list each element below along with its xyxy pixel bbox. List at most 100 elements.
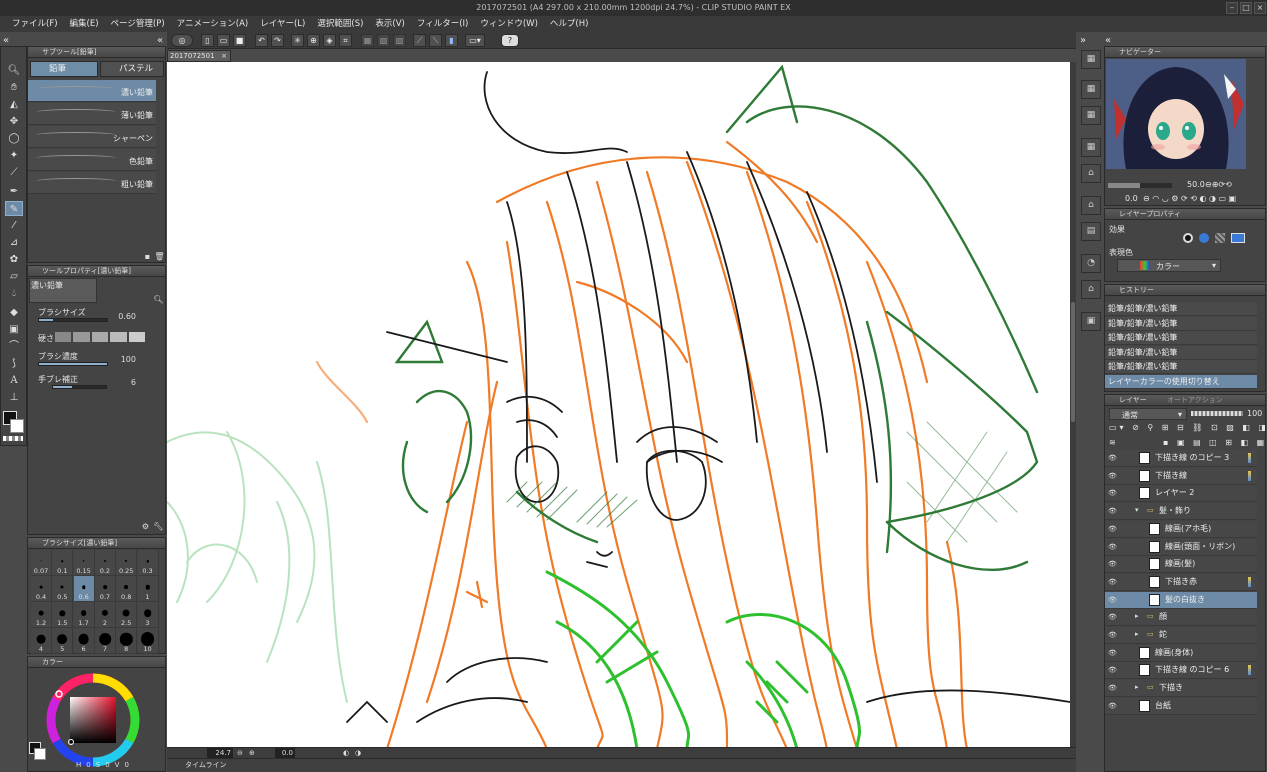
panel-btn-4-icon[interactable]: ▦ <box>1081 138 1101 157</box>
canvas-area[interactable] <box>167 62 1076 749</box>
menu-edit[interactable]: 編集(E) <box>64 16 105 32</box>
layer-action-icons[interactable]: ▪ ▣ ▤ ◫ ⊞ ◧ ▦ 🗑︎ <box>1163 438 1267 447</box>
frame-icon[interactable]: ⟆ <box>5 356 23 371</box>
undo-icon[interactable]: ↶ <box>255 34 268 47</box>
layer-row[interactable]: 👁︎ 線画(身体) <box>1105 644 1257 662</box>
hardness-selector[interactable] <box>55 332 146 342</box>
effect-tone-icon[interactable] <box>1215 233 1225 243</box>
delete-subtool-icon[interactable]: 🗑︎ <box>154 251 165 262</box>
menu-page[interactable]: ページ管理(P) <box>105 16 171 32</box>
airbrush-icon[interactable]: ⊿ <box>5 235 23 250</box>
visibility-eye-icon[interactable]: 👁︎ <box>1108 560 1117 568</box>
help-icon[interactable]: ? <box>501 34 519 47</box>
history-item[interactable]: レイヤーカラーの使用切り替え <box>1105 374 1257 389</box>
expression-color-dropdown[interactable]: カラー ▾ <box>1117 259 1221 272</box>
brush-size-cell[interactable]: 3 <box>137 602 159 628</box>
pen-tool-icon[interactable]: ✒︎ <box>5 184 23 199</box>
brush-item-color-pencil[interactable]: 色鉛筆 <box>28 149 156 171</box>
canvas-vertical-scrollbar[interactable] <box>1070 62 1076 747</box>
tab-pencil[interactable]: 鉛筆 <box>30 61 98 77</box>
layer-row[interactable]: 👁︎ レイヤー 2 <box>1105 485 1257 503</box>
pencil-tool-icon[interactable]: ✎ <box>5 201 23 216</box>
snap-ruler-icon[interactable]: ⟋ <box>413 34 426 47</box>
history-item[interactable]: 鉛筆/鉛筆/濃い鉛筆 <box>1105 302 1257 316</box>
eyedropper-icon[interactable]: ⟋ <box>5 165 23 180</box>
navigator-preview[interactable] <box>1106 59 1246 169</box>
close-icon[interactable]: × <box>1254 2 1266 14</box>
menu-filter[interactable]: フィルター(I) <box>411 16 474 32</box>
hand-tool-icon[interactable]: ✋︎ <box>5 80 23 95</box>
settings-icon[interactable]: ⚙︎ <box>140 521 151 532</box>
visibility-eye-icon[interactable]: 👁︎ <box>1108 472 1117 480</box>
magic-wand-icon[interactable]: ✦ <box>5 148 23 163</box>
brush-item-rough-pencil[interactable]: 粗い鉛筆 <box>28 172 156 194</box>
history-item[interactable]: 鉛筆/鉛筆/濃い鉛筆 <box>1105 345 1257 360</box>
maximize-icon[interactable]: □ <box>1240 2 1252 14</box>
menu-layer[interactable]: レイヤー(L) <box>254 16 311 32</box>
selection-icon[interactable]: ▦ <box>361 34 374 47</box>
blend-mode-dropdown[interactable]: 通常 ▾ <box>1109 408 1187 420</box>
color-sub-swatch[interactable] <box>34 748 46 760</box>
clip-studio-icon[interactable]: ◎ <box>171 34 193 47</box>
effect-layer-color-icon[interactable] <box>1231 233 1245 243</box>
brush-size-cell[interactable]: 7 <box>94 628 116 654</box>
layer-row[interactable]: 👁︎ 下描き赤 <box>1105 573 1257 591</box>
visibility-eye-icon[interactable]: 👁︎ <box>1108 666 1117 674</box>
layer-row[interactable]: 👁︎ 台紙 <box>1105 697 1257 715</box>
deselect-icon[interactable]: ▧ <box>377 34 390 47</box>
menu-selection[interactable]: 選択範囲(S) <box>311 16 369 32</box>
layer-row[interactable]: 👁︎ 線画(アホ毛) <box>1105 520 1257 538</box>
brush-size-cell[interactable]: 4 <box>31 628 52 654</box>
visibility-eye-icon[interactable]: 👁︎ <box>1108 684 1117 692</box>
panel-btn-10-icon[interactable]: ▣ <box>1081 312 1101 331</box>
history-item[interactable]: 鉛筆/鉛筆/濃い鉛筆 <box>1105 360 1257 374</box>
panel-btn-6-icon[interactable]: ⌂ <box>1081 196 1101 215</box>
visibility-eye-icon[interactable]: 👁︎ <box>1108 596 1117 604</box>
drawing-canvas[interactable] <box>167 62 1071 749</box>
zoom-in-icon[interactable]: ⊕ <box>249 748 255 758</box>
zoom-out-icon[interactable]: ⊖ <box>237 748 243 758</box>
menu-view[interactable]: 表示(V) <box>369 16 410 32</box>
new-file-icon[interactable]: ▯ <box>201 34 214 47</box>
transparent-swatch[interactable] <box>3 436 23 441</box>
brush-size-cell[interactable]: 0.3 <box>137 550 159 576</box>
tab-pastel[interactable]: パステル <box>100 61 164 77</box>
brush-size-cell[interactable]: 1.5 <box>52 602 74 628</box>
close-tab-icon[interactable]: × <box>221 51 227 62</box>
angle-readout[interactable]: 0.0 <box>275 748 295 758</box>
open-folder-icon[interactable]: ▭ <box>217 34 230 47</box>
zoom-readout[interactable]: 24.7 <box>207 748 233 758</box>
visibility-eye-icon[interactable]: 👁︎ <box>1108 507 1117 515</box>
brush-detail-icon[interactable]: 🔍︎ <box>153 294 164 305</box>
layer-row[interactable]: 👁︎ ▾ ▭ 髪・飾り <box>1105 503 1257 521</box>
brush-size-cell[interactable]: 2.5 <box>116 602 138 628</box>
layer-row[interactable]: 👁︎ 髪の白抜き <box>1105 591 1257 609</box>
effect-border-icon[interactable] <box>1183 233 1193 243</box>
visibility-eye-icon[interactable]: 👁︎ <box>1108 702 1117 710</box>
brush-size-cell[interactable]: 8 <box>116 628 138 654</box>
collapse-sub-icon[interactable]: « <box>157 35 163 46</box>
visibility-eye-icon[interactable]: 👁︎ <box>1108 454 1117 462</box>
menu-animation[interactable]: アニメーション(A) <box>171 16 255 32</box>
brush-size-cell[interactable]: 1.2 <box>31 602 52 628</box>
figure-icon[interactable]: ⌒ <box>5 339 23 354</box>
collapse-right-icon[interactable]: » <box>1080 35 1086 46</box>
snap-grid-icon[interactable]: ⟍ <box>429 34 442 47</box>
panel-btn-2-icon[interactable]: ▦ <box>1081 80 1101 99</box>
brush-size-cell[interactable]: 0.5 <box>52 576 74 602</box>
gradient-icon[interactable]: ▣ <box>5 322 23 337</box>
folder-toggle-icon[interactable]: ▾ <box>1135 506 1139 514</box>
panel-btn-8-icon[interactable]: ◔ <box>1081 254 1101 273</box>
snap-special-icon[interactable]: ▮ <box>445 34 458 47</box>
layer-tool-icons-row1[interactable]: ▭▾ ⊘ ⚲ ⊞ ⊟ ⛓ ⊡ ▨ ◧ ◨ <box>1109 423 1267 432</box>
layer-row[interactable]: 👁︎ 線画(頭面・リボン) <box>1105 538 1257 556</box>
layer-row[interactable]: 👁︎ ▸ ▭ 下描き <box>1105 680 1257 698</box>
brush-size-cell[interactable]: 0.25 <box>116 550 138 576</box>
brush-item-light-pencil[interactable]: 薄い鉛筆 <box>28 103 156 125</box>
rotate-right-icon[interactable]: ◑ <box>355 748 361 758</box>
panel-btn-9-icon[interactable]: ⌂ <box>1081 280 1101 299</box>
layer-row[interactable]: 👁︎ 下描き線 のコピー 3 <box>1105 450 1257 467</box>
visibility-eye-icon[interactable]: 👁︎ <box>1108 631 1117 639</box>
clear-icon[interactable]: ✳ <box>291 34 304 47</box>
layer-row[interactable]: 👁︎ 下描き線 <box>1105 467 1257 485</box>
